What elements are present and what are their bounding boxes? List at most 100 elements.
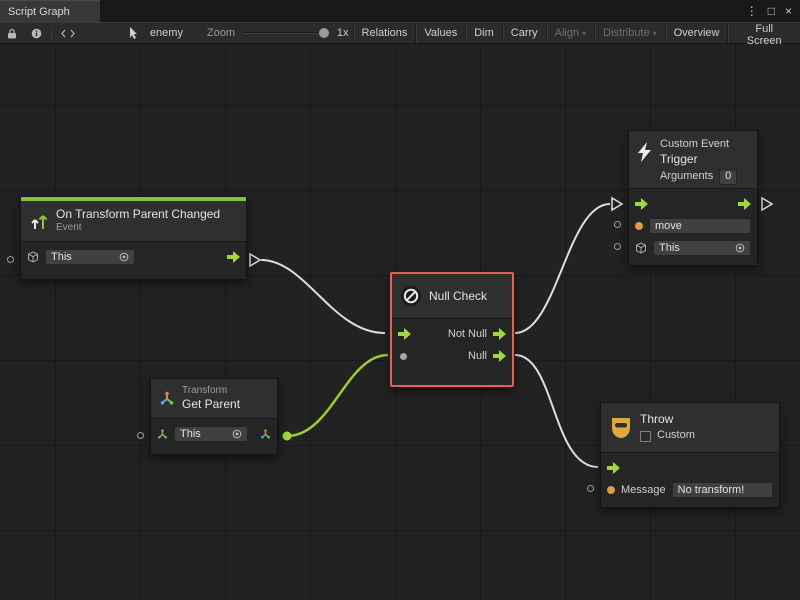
value-input-port[interactable] bbox=[7, 256, 14, 263]
zoom-slider-handle[interactable] bbox=[319, 28, 329, 38]
custom-label: Custom bbox=[657, 429, 695, 443]
target-dropdown[interactable]: This bbox=[174, 426, 248, 442]
zoom-label: Zoom bbox=[203, 27, 239, 39]
node-body: Not Null Null bbox=[392, 318, 512, 385]
graph-name: enemy bbox=[146, 27, 187, 39]
target-dropdown[interactable]: This bbox=[45, 249, 135, 265]
node-body: This bbox=[151, 418, 277, 454]
arguments-label: Arguments bbox=[660, 170, 713, 184]
node-subtitle: Event bbox=[56, 222, 220, 235]
zoom-value: 1x bbox=[333, 27, 353, 39]
chevron-down-icon: ▾ bbox=[582, 29, 586, 38]
node-header: Throw Custom bbox=[601, 403, 779, 452]
value-input-port[interactable] bbox=[587, 485, 594, 492]
node-title: Trigger bbox=[660, 152, 737, 167]
lightning-bolt-icon bbox=[637, 142, 653, 162]
values-button[interactable]: Values bbox=[415, 23, 465, 43]
not-null-output-port[interactable] bbox=[493, 328, 506, 340]
custom-checkbox[interactable] bbox=[640, 431, 651, 442]
node-category: Custom Event bbox=[660, 138, 737, 152]
object-picker-icon[interactable] bbox=[232, 429, 242, 439]
object-picker-icon[interactable] bbox=[735, 243, 745, 253]
arguments-value: 0 bbox=[725, 170, 731, 184]
control-input-port[interactable] bbox=[398, 328, 411, 340]
control-input-port[interactable] bbox=[635, 198, 648, 210]
null-check-icon bbox=[400, 285, 422, 307]
value-input-port[interactable] bbox=[614, 243, 621, 250]
message-value: No transform! bbox=[678, 484, 767, 496]
node-null-check[interactable]: Null Check Not Null Null bbox=[390, 272, 514, 387]
port-row: move bbox=[635, 215, 751, 237]
exception-icon bbox=[609, 417, 633, 439]
port-row bbox=[635, 193, 751, 215]
node-header: Transform Get Parent bbox=[151, 379, 277, 418]
string-input-port[interactable] bbox=[635, 222, 643, 230]
wire-arrowhead-icon bbox=[762, 198, 772, 210]
arguments-input[interactable]: 0 bbox=[719, 169, 737, 185]
info-icon[interactable] bbox=[24, 23, 49, 43]
relations-button[interactable]: Relations bbox=[353, 23, 416, 43]
zoom-slider[interactable] bbox=[243, 26, 329, 40]
port-row: This bbox=[635, 237, 751, 259]
close-icon[interactable]: × bbox=[785, 4, 792, 18]
value-input-port[interactable] bbox=[400, 353, 407, 360]
node-title: Throw bbox=[640, 412, 695, 427]
value-input-port[interactable] bbox=[137, 432, 144, 439]
distribute-button: Distribute ▾ bbox=[594, 23, 664, 43]
control-input-port[interactable] bbox=[607, 462, 620, 474]
window-titlebar: Script Graph ⋮ □ × bbox=[0, 0, 800, 22]
node-trigger-custom-event[interactable]: Custom Event Trigger Arguments 0 bbox=[628, 130, 758, 266]
node-header: On Transform Parent Changed Event bbox=[21, 201, 246, 241]
control-output-port[interactable] bbox=[738, 198, 751, 210]
target-value: This bbox=[51, 251, 115, 263]
transform-port-icon[interactable] bbox=[157, 429, 168, 440]
distribute-label: Distribute bbox=[603, 27, 649, 39]
graph-pointer-icon bbox=[122, 23, 146, 43]
control-output-port[interactable] bbox=[227, 251, 240, 263]
target-value: This bbox=[659, 242, 731, 254]
node-throw[interactable]: Throw Custom Message No bbox=[600, 402, 780, 508]
event-name-value: move bbox=[655, 220, 745, 232]
overview-button[interactable]: Overview bbox=[665, 23, 728, 43]
wire-notnull-to-customevent bbox=[515, 204, 610, 333]
node-category: Transform bbox=[182, 385, 240, 398]
graph-canvas[interactable]: On Transform Parent Changed Event This bbox=[0, 44, 800, 600]
node-body: This bbox=[21, 241, 246, 279]
align-label: Align bbox=[555, 27, 579, 39]
target-value: This bbox=[180, 428, 228, 440]
menu-icon[interactable]: ⋮ bbox=[746, 4, 758, 18]
node-header: Custom Event Trigger Arguments 0 bbox=[629, 131, 757, 188]
carry-button[interactable]: Carry bbox=[502, 23, 546, 43]
custom-toggle-row: Custom bbox=[640, 429, 695, 443]
node-title: Null Check bbox=[429, 289, 487, 303]
not-null-port-label: Not Null bbox=[448, 328, 487, 340]
node-header: Null Check bbox=[392, 274, 512, 318]
chevron-down-icon: ▾ bbox=[653, 29, 657, 38]
event-name-input[interactable]: move bbox=[649, 218, 751, 234]
object-picker-icon[interactable] bbox=[119, 252, 129, 262]
node-get-parent[interactable]: Transform Get Parent This bbox=[150, 378, 278, 455]
tab-script-graph[interactable]: Script Graph bbox=[0, 0, 100, 22]
maximize-icon[interactable]: □ bbox=[768, 4, 775, 18]
transform-output-port-icon[interactable] bbox=[260, 429, 271, 440]
wire-arrowhead-icon bbox=[250, 254, 260, 266]
null-port-label: Null bbox=[468, 350, 487, 362]
port-row: Not Null bbox=[398, 323, 506, 345]
null-output-port[interactable] bbox=[493, 350, 506, 362]
lock-icon[interactable] bbox=[0, 23, 24, 43]
node-on-transform-parent-changed[interactable]: On Transform Parent Changed Event This bbox=[20, 196, 247, 280]
target-dropdown[interactable]: This bbox=[653, 240, 751, 256]
message-label: Message bbox=[621, 484, 666, 496]
value-input-port[interactable] bbox=[614, 221, 621, 228]
string-input-port[interactable] bbox=[607, 486, 615, 494]
full-screen-button[interactable]: Full Screen bbox=[727, 23, 800, 43]
connected-output-port bbox=[283, 432, 292, 441]
gameobject-cube-icon bbox=[635, 242, 647, 254]
port-row: Message No transform! bbox=[607, 479, 773, 501]
message-input[interactable]: No transform! bbox=[672, 482, 773, 498]
dim-button[interactable]: Dim bbox=[465, 23, 502, 43]
code-icon[interactable] bbox=[54, 23, 82, 43]
arguments-row: Arguments 0 bbox=[660, 169, 737, 185]
wire-null-to-throw bbox=[515, 355, 598, 467]
port-row: This bbox=[27, 246, 240, 268]
